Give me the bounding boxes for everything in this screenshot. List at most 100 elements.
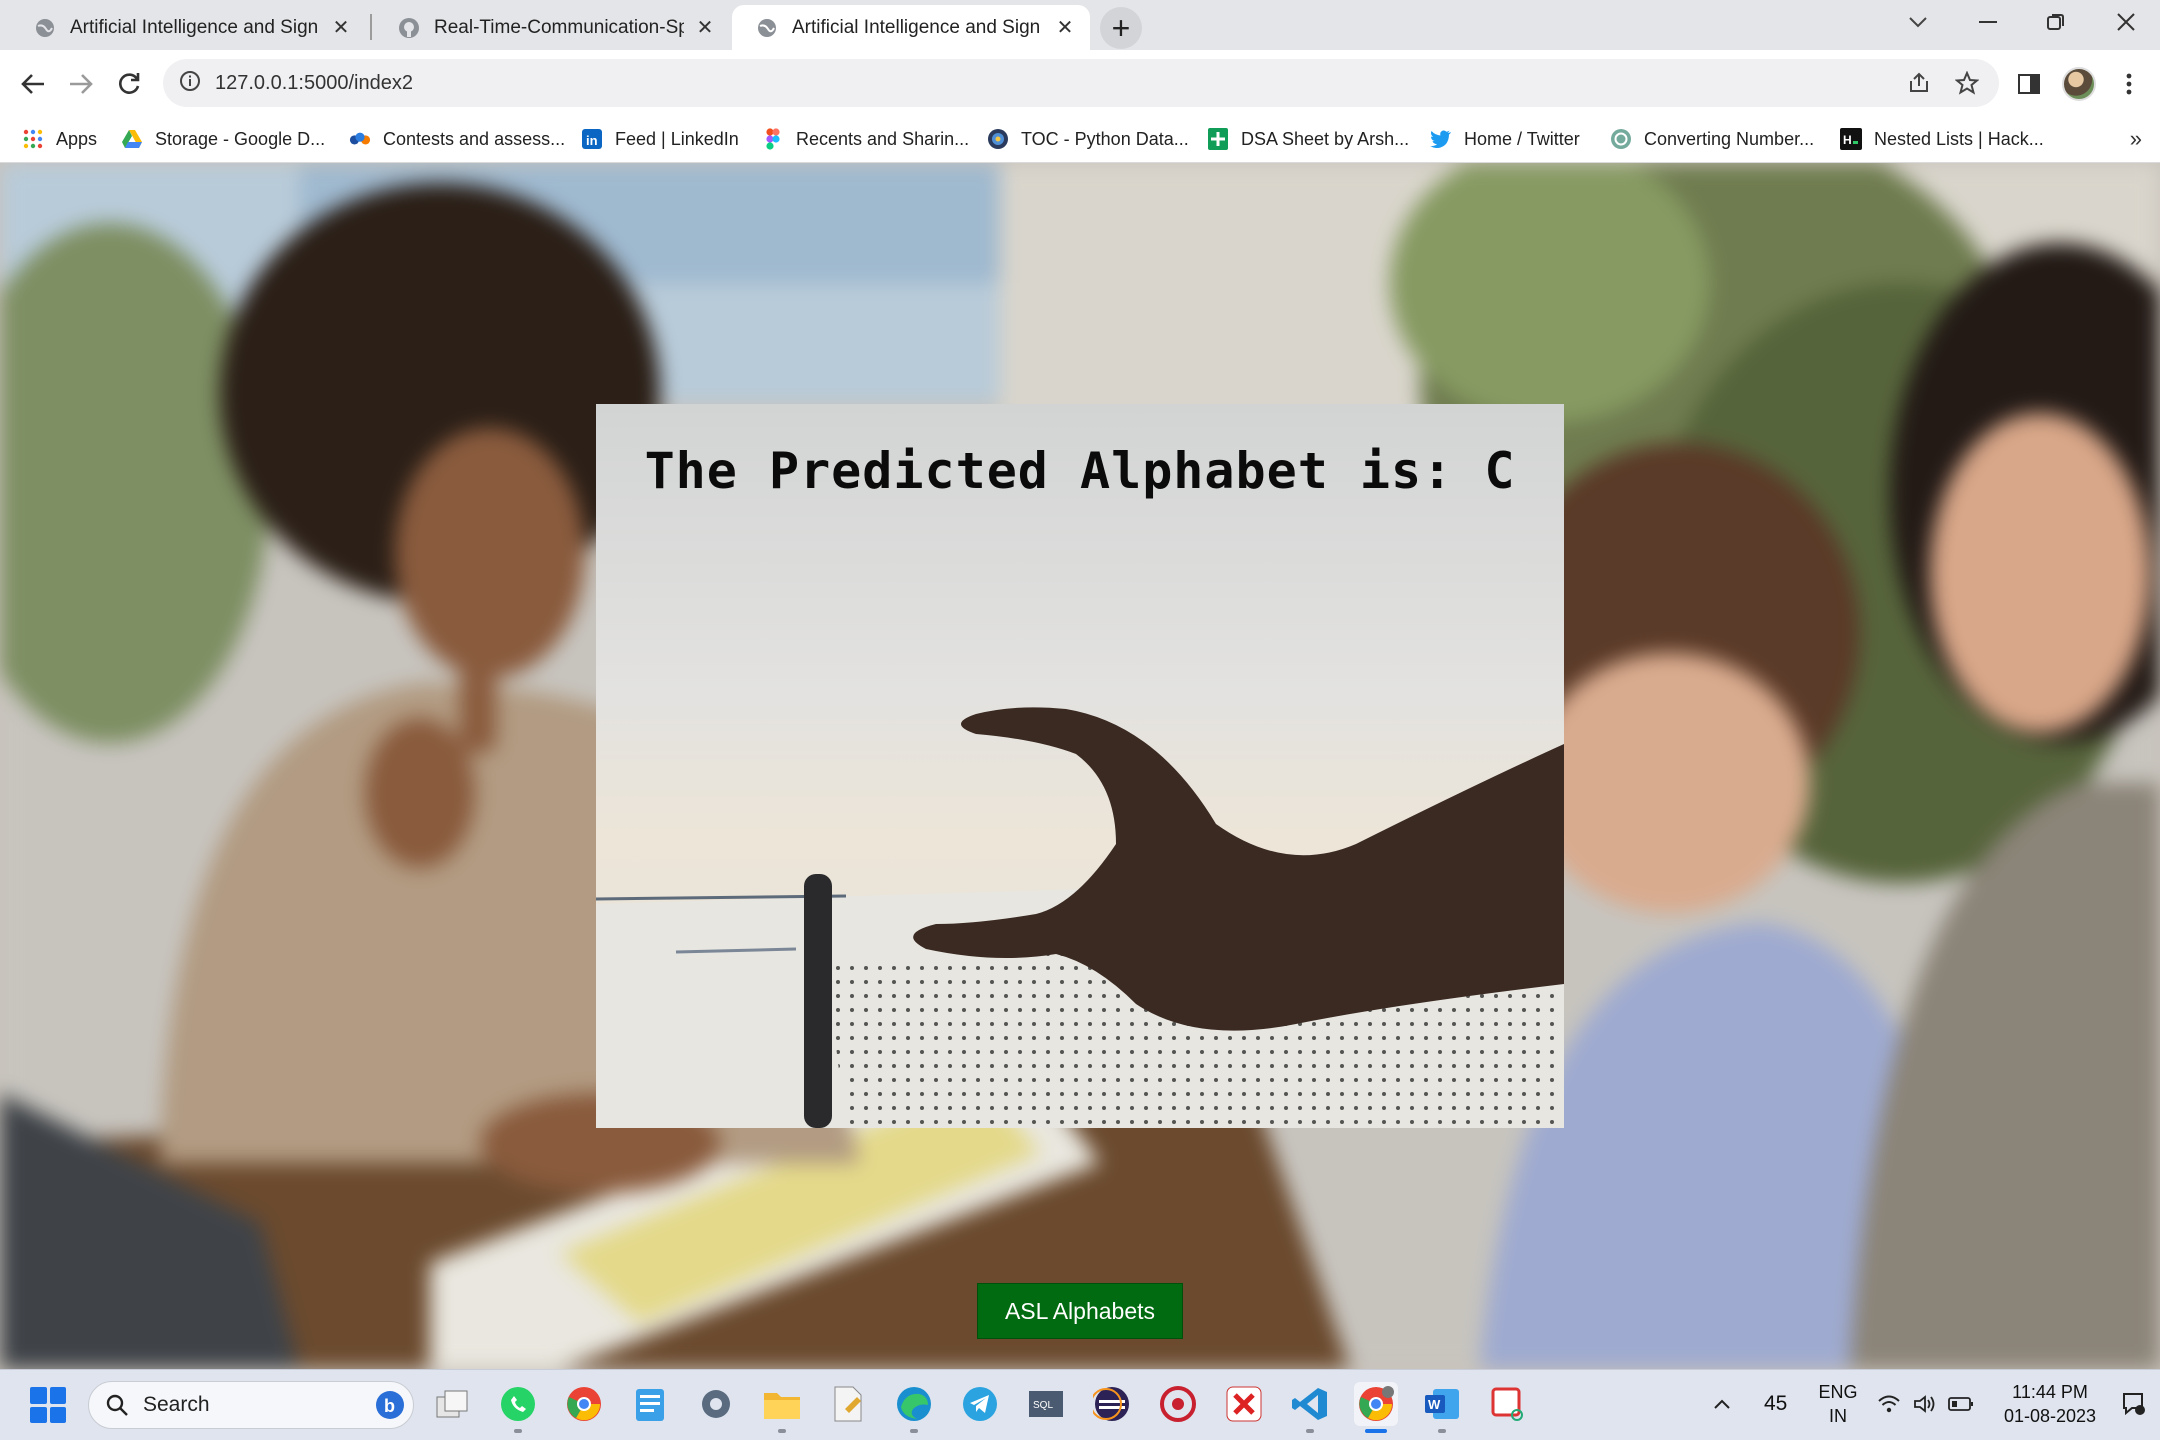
edge-icon[interactable]: [892, 1382, 936, 1433]
tab-title: Real-Time-Communication-Speci: [434, 16, 684, 38]
apps-grid-icon: [22, 128, 44, 150]
bookmark-label: Contests and assess...: [383, 128, 566, 149]
google-drive-icon: [121, 128, 143, 150]
close-window-icon[interactable]: [2092, 0, 2160, 44]
python-icon: [987, 128, 1009, 150]
arrow-right-icon: [70, 74, 93, 94]
webcam-feed: The Predicted Alphabet is: C: [596, 404, 1564, 1128]
wifi-icon[interactable]: [1874, 1382, 1904, 1426]
bookmark-apps[interactable]: Apps: [22, 124, 97, 154]
profile-avatar[interactable]: [2058, 63, 2100, 105]
svg-text:SQL: SQL: [1033, 1400, 1053, 1411]
bookmarks-bar: Apps Storage - Google D... Contests and …: [0, 116, 2160, 163]
bookmark-label: DSA Sheet by Arsh...: [1241, 128, 1410, 149]
codestudio-icon: [349, 128, 371, 150]
svg-text:b: b: [384, 1396, 395, 1416]
clock-time[interactable]: 11:44 PM: [1994, 1382, 2106, 1403]
tab-github-rtc[interactable]: Real-Time-Communication-Speci ✕: [374, 5, 730, 50]
bookmark-hackerrank[interactable]: H Nested Lists | Hack...: [1840, 124, 2044, 154]
snipping-tool-icon[interactable]: [1486, 1382, 1530, 1426]
notifications-icon[interactable]: [2116, 1382, 2150, 1426]
show-hidden-icons-chevron-icon[interactable]: [1708, 1382, 1736, 1426]
tab-strip: Artificial Intelligence and Sign Re ✕ Re…: [0, 0, 2160, 50]
close-icon[interactable]: ✕: [694, 17, 716, 39]
language-indicator[interactable]: ENG: [1818, 1382, 1858, 1403]
side-panel-icon[interactable]: [2008, 63, 2050, 105]
antivirus-icon[interactable]: [1156, 1382, 1200, 1426]
word-icon[interactable]: W: [1420, 1382, 1464, 1433]
close-icon[interactable]: ✕: [330, 17, 352, 39]
task-view-icon[interactable]: [430, 1382, 474, 1426]
sheets-icon: [1207, 128, 1229, 150]
chatgpt-icon: [1610, 128, 1632, 150]
xampp-icon[interactable]: [1222, 1382, 1266, 1426]
bookmark-star-icon[interactable]: [1955, 71, 1979, 95]
bookmark-chatgpt[interactable]: Converting Number...: [1610, 124, 1814, 154]
volume-icon[interactable]: [1910, 1382, 1940, 1426]
bookmark-label: Converting Number...: [1644, 128, 1815, 149]
chrome-active-icon[interactable]: [1354, 1382, 1398, 1433]
svg-text:H: H: [1843, 133, 1852, 147]
bookmark-label: Apps: [56, 128, 98, 149]
asl-alphabets-button[interactable]: ASL Alphabets: [977, 1283, 1183, 1339]
notepad-icon[interactable]: [628, 1382, 672, 1426]
clock-date[interactable]: 01-08-2023: [1994, 1406, 2106, 1427]
whatsapp-icon[interactable]: [496, 1382, 540, 1433]
menu-kebab-icon[interactable]: [2108, 63, 2150, 105]
bing-icon[interactable]: b: [375, 1390, 405, 1420]
bookmark-dsa-sheet[interactable]: DSA Sheet by Arsh...: [1207, 124, 1409, 154]
bookmark-label: Feed | LinkedIn: [615, 128, 739, 149]
telegram-icon[interactable]: [958, 1382, 1002, 1426]
bookmark-google-drive[interactable]: Storage - Google D...: [121, 124, 325, 154]
tab-title: Artificial Intelligence and Sign Re: [792, 16, 1044, 38]
reload-button[interactable]: [109, 64, 149, 104]
windows-start-icon[interactable]: [30, 1387, 66, 1423]
chrome-icon[interactable]: [562, 1382, 606, 1426]
tab-search-chevron-icon[interactable]: [1884, 0, 1952, 44]
eclipse-icon[interactable]: [1090, 1382, 1134, 1426]
region-indicator[interactable]: IN: [1818, 1406, 1858, 1427]
forward-button[interactable]: [61, 64, 101, 104]
reload-icon: [119, 73, 140, 94]
avatar: [2062, 67, 2096, 101]
address-bar[interactable]: 127.0.0.1:5000/index2: [163, 59, 1999, 107]
info-icon[interactable]: [179, 70, 201, 97]
tab-ai-sign-1[interactable]: Artificial Intelligence and Sign Re ✕: [10, 5, 366, 50]
svg-text:W: W: [1428, 1397, 1441, 1412]
vscode-icon[interactable]: [1288, 1382, 1332, 1433]
notepad-plus-icon[interactable]: [826, 1382, 870, 1426]
linkedin-icon: in: [581, 128, 603, 150]
twitter-icon: [1430, 128, 1452, 150]
search-label: Search: [143, 1393, 210, 1416]
folder-icon[interactable]: [760, 1382, 804, 1433]
bookmark-label: Nested Lists | Hack...: [1874, 128, 2044, 149]
search-icon: [105, 1393, 129, 1417]
weather-temperature[interactable]: 45: [1764, 1392, 1787, 1416]
battery-icon[interactable]: [1946, 1382, 1976, 1426]
settings-icon[interactable]: [694, 1382, 738, 1426]
back-button[interactable]: [13, 64, 53, 104]
bookmark-figma[interactable]: Recents and Sharin...: [762, 124, 969, 154]
sql-icon[interactable]: SQL: [1024, 1382, 1068, 1426]
new-tab-button[interactable]: +: [1100, 7, 1142, 49]
plus-icon: +: [1111, 10, 1131, 46]
url-text: 127.0.0.1:5000/index2: [215, 71, 413, 94]
close-icon[interactable]: ✕: [1054, 17, 1076, 39]
bookmark-label: Home / Twitter: [1464, 128, 1580, 149]
figma-icon: [762, 128, 784, 150]
bookmark-contests[interactable]: Contests and assess...: [349, 124, 565, 154]
bookmarks-overflow-chevron-icon[interactable]: »: [2130, 126, 2142, 152]
taskbar-search-box[interactable]: Search b: [88, 1381, 414, 1429]
bookmark-toc-python[interactable]: TOC - Python Data...: [987, 124, 1189, 154]
predicted-alphabet-text: The Predicted Alphabet is: C: [644, 442, 1516, 500]
bookmark-linkedin[interactable]: in Feed | LinkedIn: [581, 124, 739, 154]
bookmark-twitter[interactable]: Home / Twitter: [1430, 124, 1580, 154]
globe-icon: [756, 17, 778, 39]
minimize-icon[interactable]: [1954, 0, 2022, 44]
tab-ai-sign-active[interactable]: Artificial Intelligence and Sign Re ✕: [732, 5, 1090, 50]
svg-text:in: in: [586, 133, 598, 148]
share-icon[interactable]: [1907, 71, 1931, 95]
arrow-left-icon: [21, 74, 44, 94]
bookmark-label: TOC - Python Data...: [1021, 128, 1189, 149]
restore-icon[interactable]: [2022, 0, 2090, 44]
